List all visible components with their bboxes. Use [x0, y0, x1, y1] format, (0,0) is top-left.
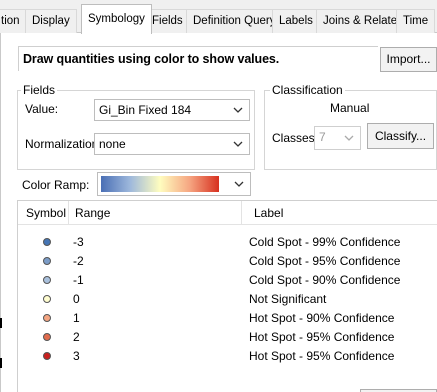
- value-field-dropdown[interactable]: Gi_Bin Fixed 184: [94, 99, 250, 121]
- chevron-down-icon: [234, 181, 244, 187]
- table-row[interactable]: 0 Not Significant: [18, 290, 437, 309]
- classes-value: 7: [319, 130, 326, 144]
- table-header: Symbol Range Label: [18, 201, 437, 225]
- class-label: Hot Spot - 90% Confidence: [249, 311, 395, 325]
- range-value: 0: [73, 292, 80, 306]
- class-label: Cold Spot - 95% Confidence: [249, 254, 401, 268]
- symbol-swatch[interactable]: [43, 295, 51, 303]
- classes-label: Classes: [272, 131, 315, 145]
- class-label: Cold Spot - 99% Confidence: [249, 235, 401, 249]
- column-header-label[interactable]: Label: [254, 206, 283, 220]
- color-ramp-dropdown[interactable]: [97, 172, 251, 196]
- table-row[interactable]: -3 Cold Spot - 99% Confidence: [18, 233, 437, 252]
- column-header-symbol[interactable]: Symbol: [26, 206, 66, 220]
- chevron-down-icon: [233, 107, 243, 113]
- tab-definition-query[interactable]: Definition Query: [186, 9, 283, 33]
- tab-general-partial[interactable]: tion: [0, 9, 27, 33]
- color-ramp-preview: [101, 176, 219, 192]
- classification-method: Manual: [330, 101, 370, 115]
- class-label: Hot Spot - 95% Confidence: [249, 330, 395, 344]
- range-value: 1: [73, 311, 80, 325]
- window-edge-mark: [0, 358, 2, 368]
- table-row[interactable]: -2 Cold Spot - 95% Confidence: [18, 252, 437, 271]
- normalization-label: Normalization:: [25, 137, 102, 151]
- range-value: 2: [73, 330, 80, 344]
- chevron-down-icon: [344, 135, 354, 141]
- symbol-swatch[interactable]: [43, 333, 51, 341]
- range-value: 3: [73, 349, 80, 363]
- window-edge-mark: [0, 318, 2, 328]
- range-value: -3: [73, 235, 84, 249]
- tab-display[interactable]: Display: [25, 9, 77, 33]
- symbol-swatch[interactable]: [43, 314, 51, 322]
- table-row[interactable]: 2 Hot Spot - 95% Confidence: [18, 328, 437, 347]
- column-divider: [68, 201, 69, 225]
- normalization-dropdown[interactable]: none: [94, 133, 250, 155]
- class-label: Hot Spot - 95% Confidence: [249, 349, 395, 363]
- column-divider: [241, 201, 242, 225]
- classification-group-label: Classification: [270, 83, 345, 97]
- symbol-class-table: Symbol Range Label -3 Cold Spot - 99% Co…: [17, 200, 437, 392]
- class-label: Not Significant: [249, 292, 327, 306]
- fields-group-label: Fields: [21, 83, 58, 97]
- symbol-swatch[interactable]: [43, 352, 51, 360]
- tab-labels[interactable]: Labels: [272, 9, 320, 33]
- color-ramp-label: Color Ramp:: [22, 178, 90, 192]
- table-row[interactable]: 3 Hot Spot - 95% Confidence: [18, 347, 437, 366]
- chevron-down-icon: [233, 141, 243, 147]
- value-field-selected: Gi_Bin Fixed 184: [99, 103, 192, 117]
- classify-button[interactable]: Classify...: [367, 123, 434, 149]
- table-row[interactable]: 1 Hot Spot - 90% Confidence: [18, 309, 437, 328]
- tab-time[interactable]: Time: [396, 9, 436, 33]
- tab-symbology[interactable]: Symbology: [81, 4, 152, 34]
- range-value: -1: [73, 273, 84, 287]
- symbol-swatch[interactable]: [43, 257, 51, 265]
- range-value: -2: [73, 254, 84, 268]
- value-label: Value:: [25, 102, 59, 116]
- normalization-selected: none: [99, 137, 126, 151]
- import-button[interactable]: Import...: [380, 47, 437, 72]
- symbol-swatch[interactable]: [43, 276, 51, 284]
- symbol-swatch[interactable]: [43, 238, 51, 246]
- table-row[interactable]: -1 Cold Spot - 90% Confidence: [18, 271, 437, 290]
- tab-strip: tion Display Symbology Fields Definition…: [0, 0, 437, 34]
- class-label: Cold Spot - 90% Confidence: [249, 273, 401, 287]
- symbology-headline: Draw quantities using color to show valu…: [23, 52, 280, 66]
- classes-dropdown[interactable]: 7: [314, 126, 361, 150]
- column-header-range[interactable]: Range: [75, 206, 110, 220]
